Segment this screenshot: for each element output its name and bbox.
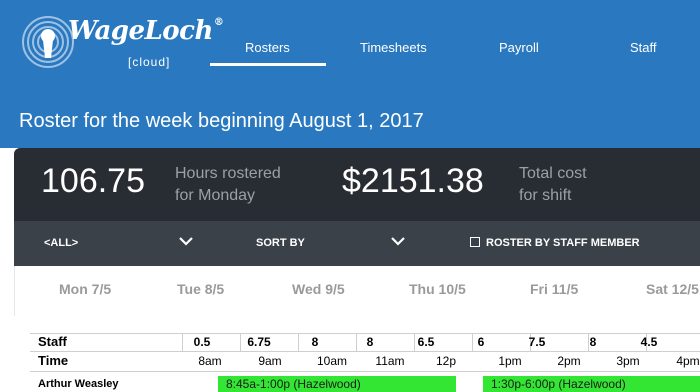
time-cell: 1pm [498, 354, 522, 368]
chevron-down-icon[interactable] [390, 235, 406, 247]
app-header: WageLoch® [cloud] Rosters Timesheets Pay… [0, 0, 700, 148]
grid-line [356, 333, 357, 351]
total-cost-value: $2151.38 [342, 162, 484, 200]
hours-cell: 8 [311, 335, 319, 349]
time-cell: 10am [316, 354, 348, 368]
hours-cell: 6 [477, 335, 485, 349]
hours-cell: 8 [366, 335, 374, 349]
page-title: Roster for the week beginning August 1, … [19, 110, 424, 132]
hours-rostered-label: Hours rostered for Monday [175, 165, 281, 204]
grid-line [182, 333, 183, 351]
hours-cell: 8 [589, 335, 597, 349]
nav-timesheets[interactable]: Timesheets [360, 40, 427, 55]
sort-by-dropdown[interactable]: SORT BY [256, 237, 305, 249]
chevron-down-icon[interactable] [178, 235, 194, 247]
time-row-label: Time [38, 353, 69, 368]
time-cell: 8am [198, 354, 222, 368]
stats-bar: 106.75 Hours rostered for Monday $2151.3… [14, 148, 700, 221]
brand-subtitle: [cloud] [128, 55, 171, 69]
time-cell: 12p [435, 354, 457, 368]
day-tab[interactable]: Mon 7/5 [59, 281, 111, 297]
active-nav-indicator [210, 63, 326, 66]
time-cell: 9am [258, 354, 282, 368]
grid-line [30, 351, 700, 352]
time-cell: 11am [375, 354, 405, 368]
roster-grid: Staff Time 0.5 6.75 8 8 6.5 6 7.5 8 4.5 … [30, 333, 700, 392]
grid-line [240, 333, 241, 351]
location-dropdown[interactable]: <ALL> [44, 237, 78, 249]
hours-rostered-value: 106.75 [41, 162, 145, 200]
shift-block[interactable]: 8:45a-1:00p (Hazelwood) [218, 376, 456, 392]
hours-cell: 6.75 [247, 335, 271, 349]
shift-block[interactable]: 1:30p-6:00p (Hazelwood) [483, 376, 700, 392]
grid-line [414, 333, 415, 351]
time-cell: 2pm [557, 354, 581, 368]
hours-cell: 6.5 [417, 335, 435, 349]
staff-row-label: Staff [38, 334, 67, 349]
staff-name[interactable]: Arthur Weasley [38, 378, 119, 390]
day-selector: Mon 7/5 Tue 8/5 Wed 9/5 Thu 10/5 Fri 11/… [14, 266, 700, 316]
grid-line [472, 333, 473, 351]
wageloch-logo[interactable]: WageLoch® [cloud] [20, 12, 224, 74]
hours-cell: 0.5 [193, 335, 211, 349]
nav-staff[interactable]: Staff [630, 40, 657, 55]
grid-line [298, 333, 299, 351]
day-tab[interactable]: Fri 11/5 [530, 281, 578, 297]
day-tab[interactable]: Sat 12/5 [646, 281, 699, 297]
total-cost-label: Total cost for shift [519, 165, 587, 204]
time-cell: 4pm [676, 354, 700, 368]
day-tab[interactable]: Tue 8/5 [177, 281, 224, 297]
filter-bar: <ALL> SORT BY ROSTER BY STAFF MEMBER [14, 221, 700, 266]
brand-name: WageLoch® [68, 16, 224, 46]
nav-rosters[interactable]: Rosters [245, 40, 290, 55]
time-cell: 3pm [616, 354, 640, 368]
day-tab[interactable]: Wed 9/5 [292, 281, 345, 297]
hours-cell: 7.5 [528, 335, 546, 349]
grid-line [30, 371, 700, 372]
grid-line [30, 333, 700, 334]
roster-by-staff-checkbox[interactable] [470, 237, 480, 247]
hours-cell: 4.5 [640, 335, 658, 349]
roster-by-staff-label[interactable]: ROSTER BY STAFF MEMBER [486, 237, 640, 249]
day-tab[interactable]: Thu 10/5 [409, 281, 466, 297]
nav-payroll[interactable]: Payroll [499, 40, 539, 55]
